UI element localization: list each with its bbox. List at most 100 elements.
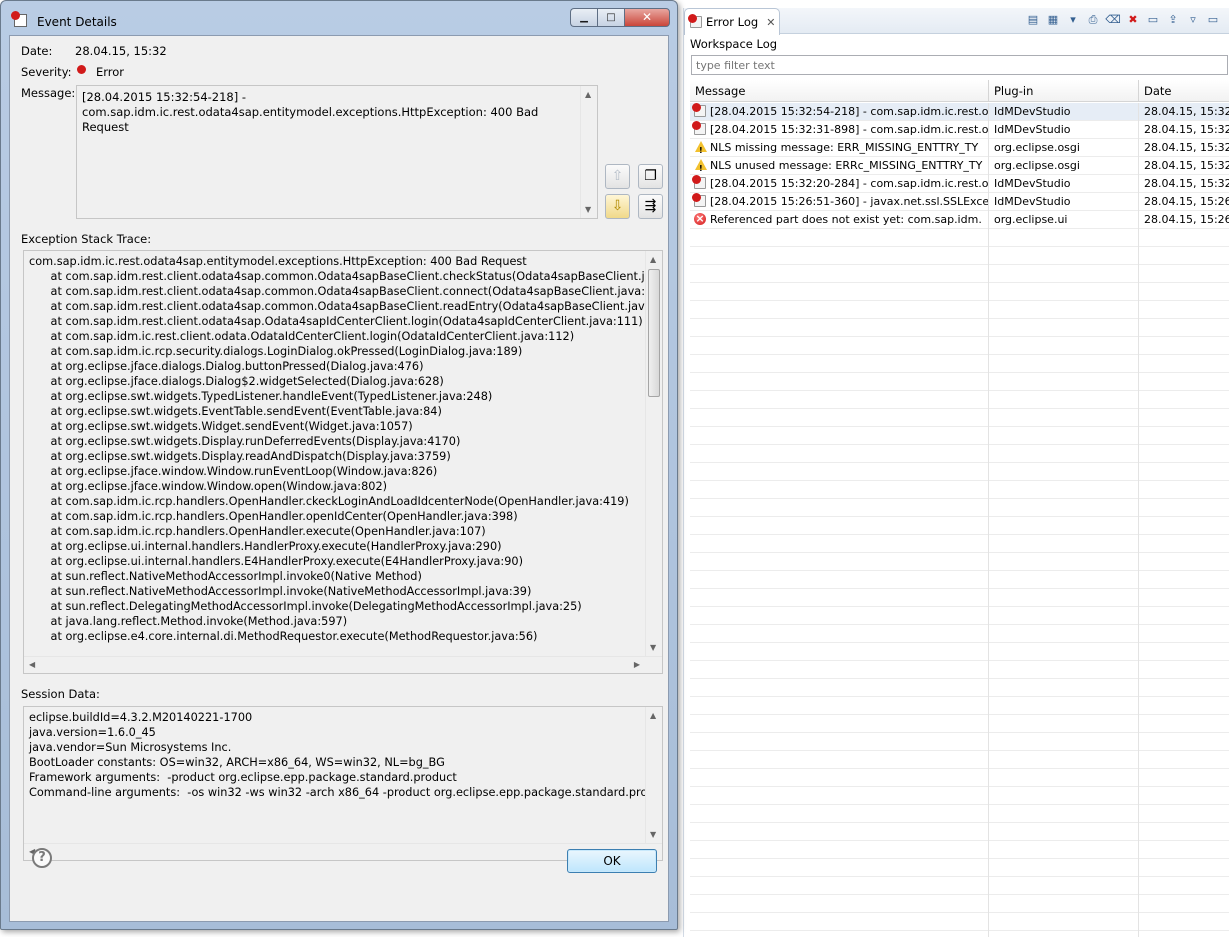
ok-button[interactable]: OK bbox=[567, 849, 657, 873]
session-vscrollbar[interactable]: ▲ ▼ bbox=[645, 707, 662, 843]
empty-cell bbox=[1139, 697, 1229, 715]
error-icon bbox=[692, 193, 706, 207]
message-text: [28.04.2015 15:32:54-218] - com.sap.idm.… bbox=[82, 90, 539, 134]
stack-trace-line: at sun.reflect.NativeMethodAccessorImpl.… bbox=[29, 570, 422, 583]
stack-trace-line: at com.sap.idm.ic.rcp.security.dialogs.L… bbox=[29, 345, 523, 358]
error-log-view: Error Log ✕ ▤ ▦ ▾ ⎙ ⌫ ✖ ▭ ⇪ ▿ ▭ Workspac… bbox=[683, 8, 1229, 937]
log-plugin-cell: org.eclipse.ui bbox=[989, 211, 1139, 229]
tab-error-log[interactable]: Error Log ✕ bbox=[684, 8, 780, 35]
log-plugin-cell: org.eclipse.osgi bbox=[989, 139, 1139, 157]
scroll-up-arrow-icon[interactable]: ▲ bbox=[585, 90, 591, 99]
import-dropdown-icon[interactable]: ▾ bbox=[1065, 12, 1081, 28]
empty-cell bbox=[690, 373, 989, 391]
column-header-message[interactable]: Message bbox=[690, 80, 989, 102]
empty-cell bbox=[989, 553, 1139, 571]
scroll-down-arrow-icon[interactable]: ▼ bbox=[585, 205, 591, 214]
message-textbox[interactable]: [28.04.2015 15:32:54-218] - com.sap.idm.… bbox=[76, 85, 598, 219]
log-message-text: [28.04.2015 15:32:54-218] - com.sap.idm.… bbox=[710, 105, 989, 118]
session-data-label: Session Data: bbox=[21, 687, 100, 701]
message-scrollbar[interactable]: ▲ ▼ bbox=[580, 86, 597, 218]
close-button[interactable]: ✕ bbox=[624, 8, 670, 27]
scroll-left-arrow-icon[interactable]: ◀ bbox=[29, 660, 35, 669]
stack-trace-line: at org.eclipse.swt.widgets.Widget.sendEv… bbox=[29, 420, 413, 433]
next-event-button[interactable]: ⇩ bbox=[605, 194, 630, 219]
stack-trace-textbox[interactable]: com.sap.idm.ic.rest.odata4sap.entitymode… bbox=[23, 250, 663, 674]
scroll-up-arrow-icon[interactable]: ▲ bbox=[650, 711, 656, 720]
scroll-right-arrow-icon[interactable]: ▶ bbox=[634, 660, 640, 669]
stack-trace-line: at sun.reflect.DelegatingMethodAccessorI… bbox=[29, 600, 582, 613]
log-table-row[interactable]: Referenced part does not exist yet: com.… bbox=[690, 211, 1229, 229]
open-log-file-icon[interactable]: ▭ bbox=[1145, 12, 1161, 28]
empty-table-row bbox=[690, 373, 1229, 391]
scroll-down-arrow-icon[interactable]: ▼ bbox=[650, 643, 656, 652]
log-table-row[interactable]: NLS unused message: ERRc_MISSING_ENTTRY_… bbox=[690, 157, 1229, 175]
previous-event-button[interactable]: ⇧ bbox=[605, 164, 630, 189]
tab-close-icon[interactable]: ✕ bbox=[766, 16, 775, 29]
empty-cell bbox=[690, 733, 989, 751]
empty-cell bbox=[1139, 283, 1229, 301]
scroll-down-arrow-icon[interactable]: ▼ bbox=[650, 830, 656, 839]
copy-event-button[interactable]: ❐ bbox=[638, 164, 663, 189]
column-header-date[interactable]: Date bbox=[1139, 80, 1229, 102]
empty-cell bbox=[989, 769, 1139, 787]
empty-cell bbox=[690, 679, 989, 697]
empty-cell bbox=[690, 301, 989, 319]
minimize-view-icon[interactable]: ▭ bbox=[1205, 12, 1221, 28]
empty-cell bbox=[989, 373, 1139, 391]
export-log-icon[interactable]: ▤ bbox=[1025, 12, 1041, 28]
empty-cell bbox=[690, 283, 989, 301]
log-table-body: [28.04.2015 15:32:54-218] - com.sap.idm.… bbox=[690, 103, 1229, 937]
empty-cell bbox=[989, 463, 1139, 481]
stack-trace-line: at com.sap.idm.ic.rcp.handlers.OpenHandl… bbox=[29, 525, 486, 538]
empty-cell bbox=[690, 571, 989, 589]
scroll-up-arrow-icon[interactable]: ▲ bbox=[650, 255, 656, 264]
empty-cell bbox=[1139, 895, 1229, 913]
log-table-row[interactable]: [28.04.2015 15:32:31-898] - com.sap.idm.… bbox=[690, 121, 1229, 139]
empty-cell bbox=[989, 697, 1139, 715]
minimize-button[interactable]: ▁ bbox=[570, 8, 597, 27]
empty-table-row bbox=[690, 283, 1229, 301]
empty-table-row bbox=[690, 463, 1229, 481]
log-plugin-cell: org.eclipse.osgi bbox=[989, 157, 1139, 175]
empty-cell bbox=[1139, 643, 1229, 661]
maximize-button[interactable]: □ bbox=[597, 8, 624, 27]
log-table-row[interactable]: NLS missing message: ERR_MISSING_ENTTRY_… bbox=[690, 139, 1229, 157]
restore-log-icon[interactable]: ⇪ bbox=[1165, 12, 1181, 28]
log-table-row[interactable]: [28.04.2015 15:26:51-360] - javax.net.ss… bbox=[690, 193, 1229, 211]
empty-cell bbox=[1139, 571, 1229, 589]
clear-log-icon[interactable]: ⌫ bbox=[1105, 12, 1121, 28]
dialog-title: Event Details bbox=[37, 15, 117, 29]
session-data-textbox[interactable]: eclipse.buildId=4.3.2.M20140221-1700 java… bbox=[23, 706, 663, 861]
log-table-row[interactable]: [28.04.2015 15:32:54-218] - com.sap.idm.… bbox=[690, 103, 1229, 121]
empty-cell bbox=[690, 391, 989, 409]
stack-trace-line: at org.eclipse.swt.widgets.TypedListener… bbox=[29, 390, 493, 403]
empty-cell bbox=[989, 265, 1139, 283]
column-header-plugin[interactable]: Plug-in bbox=[989, 80, 1139, 102]
session-data-line: Framework arguments: -product org.eclips… bbox=[29, 771, 457, 784]
log-table-row[interactable]: [28.04.2015 15:32:20-284] - com.sap.idm.… bbox=[690, 175, 1229, 193]
log-message-text: Referenced part does not exist yet: com.… bbox=[710, 213, 982, 226]
empty-cell bbox=[989, 607, 1139, 625]
empty-table-row bbox=[690, 517, 1229, 535]
empty-cell bbox=[989, 931, 1139, 937]
stack-trace-scroll-thumb[interactable] bbox=[648, 269, 660, 397]
dialog-titlebar[interactable]: Event Details ▁ □ ✕ bbox=[1, 1, 677, 35]
delete-log-icon[interactable]: ✖ bbox=[1125, 12, 1141, 28]
empty-cell bbox=[989, 661, 1139, 679]
error-icon bbox=[692, 103, 706, 117]
log-plugin-cell: IdMDevStudio bbox=[989, 121, 1139, 139]
filter-input[interactable] bbox=[691, 55, 1228, 75]
stack-trace-line: at org.eclipse.e4.core.internal.di.Metho… bbox=[29, 630, 538, 643]
open-log-icon[interactable]: ⎙ bbox=[1085, 12, 1101, 28]
filter-stack-button[interactable]: ⇶ bbox=[638, 194, 663, 219]
import-log-icon[interactable]: ▦ bbox=[1045, 12, 1061, 28]
view-menu-icon[interactable]: ▿ bbox=[1185, 12, 1201, 28]
session-data-line: BootLoader constants: OS=win32, ARCH=x86… bbox=[29, 756, 445, 769]
empty-cell bbox=[690, 319, 989, 337]
stack-trace-hscrollbar[interactable]: ◀ ▶ bbox=[24, 656, 662, 673]
stack-trace-vscrollbar[interactable]: ▲ ▼ bbox=[645, 251, 662, 656]
help-icon[interactable]: ? bbox=[32, 848, 52, 868]
stack-trace-line: com.sap.idm.ic.rest.odata4sap.entitymode… bbox=[29, 255, 527, 268]
log-message-text: [28.04.2015 15:32:31-898] - com.sap.idm.… bbox=[710, 123, 989, 136]
empty-cell bbox=[1139, 733, 1229, 751]
